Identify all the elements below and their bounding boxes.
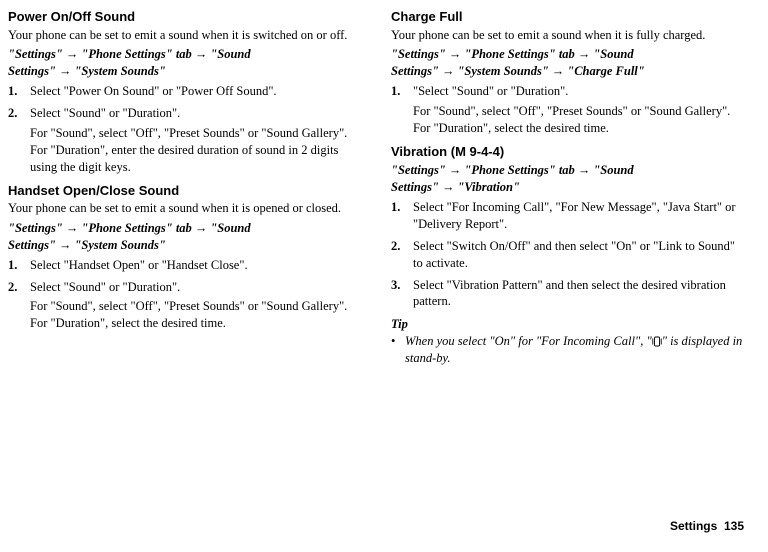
arrow-icon: →: [446, 163, 465, 177]
step-text: Select "Switch On/Off" and then select "…: [413, 239, 735, 270]
path-seg: "Settings": [391, 163, 446, 177]
step-text: Select "Power On Sound" or "Power Off So…: [30, 84, 277, 98]
steps-charge: "Select "Sound" or "Duration". For "Soun…: [391, 83, 744, 137]
right-column: Charge Full Your phone can be set to emi…: [391, 8, 744, 379]
vibration-icon: [652, 336, 662, 347]
list-item: Select "Handset Open" or "Handset Close"…: [8, 257, 361, 274]
steps-power-onoff: Select "Power On Sound" or "Power Off So…: [8, 83, 361, 175]
arrow-icon: →: [575, 163, 594, 177]
list-item: Select "For Incoming Call", "For New Mes…: [391, 199, 744, 233]
heading-vibration: Vibration (M 9-4-4): [391, 143, 744, 161]
footer-page-number: 135: [724, 519, 744, 533]
path-seg: "System Sounds": [74, 238, 165, 252]
nav-path-charge: "Settings"→"Phone Settings" tab→"Sound S…: [391, 46, 744, 80]
path-seg: "Vibration": [457, 180, 520, 194]
tip-heading: Tip: [391, 316, 744, 333]
path-seg: "Settings": [391, 47, 446, 61]
arrow-icon: →: [446, 47, 465, 61]
path-seg: "Phone Settings" tab: [464, 47, 574, 61]
heading-handset-sound: Handset Open/Close Sound: [8, 182, 361, 200]
step-text: Select "For Incoming Call", "For New Mes…: [413, 200, 736, 231]
step-sub: For "Sound", select "Off", "Preset Sound…: [413, 103, 744, 137]
arrow-icon: →: [56, 64, 75, 78]
list-item: Select "Sound" or "Duration". For "Sound…: [8, 105, 361, 176]
arrow-icon: →: [575, 47, 594, 61]
path-seg: "Phone Settings" tab: [81, 221, 191, 235]
list-item: Select "Vibration Pattern" and then sele…: [391, 277, 744, 311]
intro-power-onoff: Your phone can be set to emit a sound wh…: [8, 27, 361, 44]
arrow-icon: →: [192, 47, 211, 61]
intro-handset: Your phone can be set to emit a sound wh…: [8, 200, 361, 217]
step-sub: For "Sound", select "Off", "Preset Sound…: [30, 125, 361, 176]
page-footer: Settings 135: [670, 518, 744, 534]
arrow-icon: →: [549, 64, 568, 78]
path-seg: "System Sounds": [74, 64, 165, 78]
arrow-icon: →: [439, 64, 458, 78]
heading-power-onoff-sound: Power On/Off Sound: [8, 8, 361, 26]
path-seg: "Charge Full": [567, 64, 644, 78]
left-column: Power On/Off Sound Your phone can be set…: [8, 8, 361, 379]
tip-item: • When you select "On" for "For Incoming…: [391, 333, 744, 367]
step-text: "Select "Sound" or "Duration".: [413, 84, 568, 98]
path-seg: "Phone Settings" tab: [81, 47, 191, 61]
bullet-icon: •: [391, 333, 395, 350]
path-seg: "Settings": [8, 47, 63, 61]
arrow-icon: →: [63, 221, 82, 235]
path-seg: "System Sounds": [457, 64, 548, 78]
list-item: "Select "Sound" or "Duration". For "Soun…: [391, 83, 744, 137]
heading-vibration-text: Vibration: [391, 144, 447, 159]
steps-handset: Select "Handset Open" or "Handset Close"…: [8, 257, 361, 333]
list-item: Select "Power On Sound" or "Power Off So…: [8, 83, 361, 100]
heading-charge-full: Charge Full: [391, 8, 744, 26]
step-sub: For "Sound", select "Off", "Preset Sound…: [30, 298, 361, 332]
nav-path-vibration: "Settings"→"Phone Settings" tab→"Sound S…: [391, 162, 744, 196]
list-item: Select "Switch On/Off" and then select "…: [391, 238, 744, 272]
steps-vibration: Select "For Incoming Call", "For New Mes…: [391, 199, 744, 310]
tip-text-pre: When you select "On" for "For Incoming C…: [405, 334, 652, 348]
arrow-icon: →: [439, 180, 458, 194]
path-seg: "Settings": [8, 221, 63, 235]
nav-path-handset: "Settings"→"Phone Settings" tab→"Sound S…: [8, 220, 361, 254]
arrow-icon: →: [63, 47, 82, 61]
path-seg: "Phone Settings" tab: [464, 163, 574, 177]
nav-path-power-onoff: "Settings"→"Phone Settings" tab→"Sound S…: [8, 46, 361, 80]
intro-charge: Your phone can be set to emit a sound wh…: [391, 27, 744, 44]
step-text: Select "Vibration Pattern" and then sele…: [413, 278, 726, 309]
arrow-icon: →: [56, 238, 75, 252]
step-text: Select "Handset Open" or "Handset Close"…: [30, 258, 248, 272]
footer-section: Settings: [670, 519, 717, 533]
step-text: Select "Sound" or "Duration".: [30, 106, 180, 120]
list-item: Select "Sound" or "Duration". For "Sound…: [8, 279, 361, 333]
arrow-icon: →: [192, 221, 211, 235]
page-columns: Power On/Off Sound Your phone can be set…: [0, 0, 768, 379]
menu-code: (M 9-4-4): [451, 144, 504, 159]
step-text: Select "Sound" or "Duration".: [30, 280, 180, 294]
